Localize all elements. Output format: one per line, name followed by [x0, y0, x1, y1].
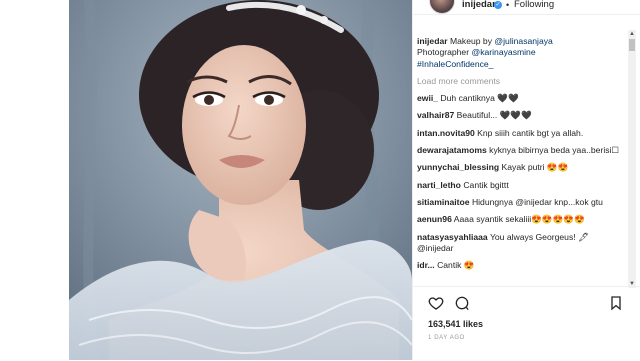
post-photo[interactable]: [69, 0, 412, 360]
bookmark-icon[interactable]: [608, 295, 624, 311]
portrait-illustration: [69, 0, 412, 360]
comment-username[interactable]: natasyasyahliaaa: [417, 232, 488, 242]
comment-text: Cantik 😍: [437, 260, 475, 271]
comment-username[interactable]: sitiaminaitoe: [417, 197, 470, 207]
comment-text: Aaaa syantik sekaliii😍😍😍😍😍: [453, 214, 585, 225]
comment-text: Hidungnya @inijedar knp...kok gtu: [471, 196, 603, 207]
comment: yunnychai_blessing Kayak putri 😍😍: [417, 162, 621, 173]
scrollbar-thumb[interactable]: [629, 39, 635, 51]
comment: idr... Cantik 😍: [417, 260, 621, 271]
comment-username[interactable]: ewii_: [417, 93, 438, 103]
caption-text: Makeup by: [449, 36, 493, 46]
comment: ewii_ Duh cantiknya 🖤🖤: [417, 93, 621, 104]
post-actions: 163,541 likes 1 DAY AGO: [412, 286, 640, 361]
post-username[interactable]: inijedar: [462, 0, 496, 10]
scroll-up-arrow-icon[interactable]: ▲: [628, 30, 636, 38]
comment-text: kyknya bibirnya beda yaa..berisi☐: [489, 145, 620, 156]
caption: inijedar Makeup by @julinasanjaya Photog…: [417, 36, 621, 70]
comment: natasyasyahliaaa You always Georgeus! 🖋 …: [417, 232, 621, 255]
instagram-post-page: inijedar ✓ • Following inijedar Makeup b…: [0, 0, 640, 360]
caption-mention[interactable]: @karinayasmine: [471, 47, 535, 57]
following-button[interactable]: Following: [514, 0, 554, 10]
caption-username[interactable]: inijedar: [417, 36, 448, 46]
avatar[interactable]: [429, 0, 455, 14]
comment-text: Kayak putri 😍😍: [501, 162, 569, 173]
comment-username[interactable]: aenun96: [417, 214, 452, 224]
comment-text: Cantik bgittt: [463, 179, 509, 190]
heart-icon[interactable]: [428, 295, 444, 311]
comment-text: Duh cantiknya 🖤🖤: [440, 93, 519, 104]
load-more-comments-button[interactable]: Load more comments: [417, 76, 621, 87]
comment: intan.novita90 Knp siiih cantik bgt ya a…: [417, 128, 621, 139]
post-header: inijedar ✓ • Following: [413, 0, 640, 15]
verified-icon: ✓: [494, 1, 502, 9]
separator-dot: •: [506, 0, 510, 10]
comment: aenun96 Aaaa syantik sekaliii😍😍😍😍😍: [417, 214, 621, 225]
comment: dewarajatamoms kyknya bibirnya beda yaa.…: [417, 145, 621, 156]
comment: narti_letho Cantik bgittt: [417, 180, 621, 191]
comments-scrollbar[interactable]: ▲ ▼: [628, 30, 636, 288]
comments-list: inijedar Makeup by @julinasanjaya Photog…: [417, 36, 621, 286]
comment-username[interactable]: narti_letho: [417, 180, 461, 190]
comment-username[interactable]: yunnychai_blessing: [417, 162, 499, 172]
comment-username[interactable]: intan.novita90: [417, 128, 475, 138]
comment: sitiaminaitoe Hidungnya @inijedar knp...…: [417, 197, 621, 208]
caption-hashtag[interactable]: #InhaleConfidence_: [417, 59, 493, 69]
comment-icon[interactable]: [454, 295, 470, 311]
comment: valhair87 Beautiful... 🖤🖤🖤: [417, 110, 621, 121]
caption-text: Photographer: [417, 47, 470, 58]
likes-count[interactable]: 163,541 likes: [428, 319, 483, 329]
comment-username[interactable]: idr...: [417, 260, 435, 270]
post-date[interactable]: 1 DAY AGO: [428, 335, 465, 341]
comment-username[interactable]: valhair87: [417, 110, 454, 120]
comment-username[interactable]: dewarajatamoms: [417, 145, 487, 155]
comment-text: Beautiful... 🖤🖤🖤: [456, 110, 532, 121]
caption-mention[interactable]: @julinasanjaya: [494, 36, 552, 46]
comment-text: Knp siiih cantik bgt ya allah.: [477, 127, 584, 138]
